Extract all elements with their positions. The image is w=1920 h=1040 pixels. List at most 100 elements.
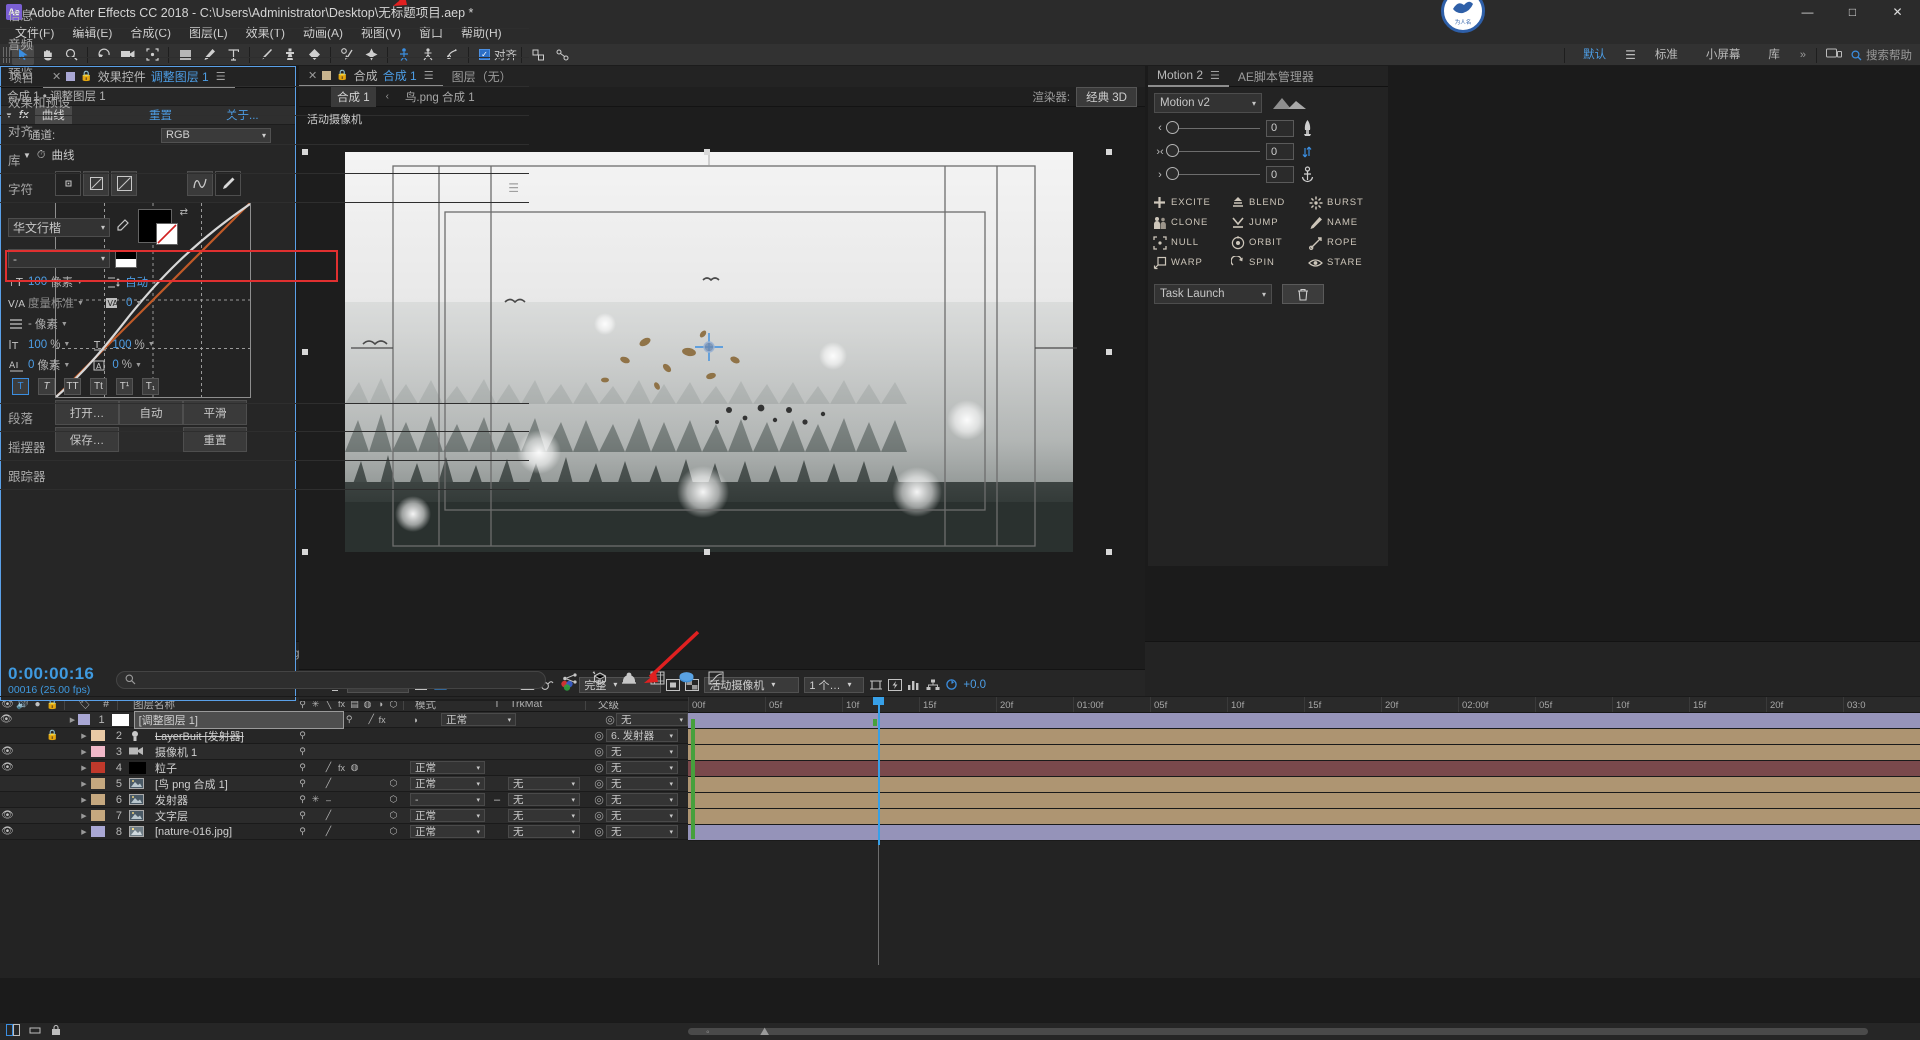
parent-pickwhip-icon[interactable]: ◎: [592, 777, 606, 790]
layer-color-swatch[interactable]: [78, 714, 91, 725]
font-style-dropdown[interactable]: - ▾: [8, 249, 110, 268]
layer-name-cell[interactable]: 粒子: [127, 760, 296, 776]
layer-name-cell[interactable]: 摄像机 1: [127, 744, 296, 760]
layer-color-swatch[interactable]: [91, 762, 105, 773]
layer-trkmat-cell[interactable]: 无 ▾: [504, 825, 582, 838]
table-row[interactable]: 👁 ▶ 4 粒子 ⚲ ╱ fx ◍ 正常 ▾ ◎ 无 ▾: [0, 760, 688, 776]
updown-arrows-icon[interactable]: [1300, 144, 1314, 160]
layer-name-cell[interactable]: [鸟 png 合成 1]: [127, 776, 296, 792]
workspace-tab-small-screen[interactable]: 小屏幕: [1692, 44, 1755, 66]
motion-slider-1[interactable]: [1166, 120, 1260, 134]
panel-preview[interactable]: 预览: [0, 58, 529, 87]
chevron-down-icon[interactable]: ▼: [148, 341, 155, 348]
panel-character[interactable]: 字符 ☰: [0, 174, 529, 203]
chevron-down-icon[interactable]: ▼: [135, 362, 142, 369]
layer-duration-bar[interactable]: [688, 745, 1920, 760]
layer-trkmat-cell[interactable]: 无 ▾: [504, 809, 582, 822]
layer-frameblend-switch[interactable]: ◍: [348, 762, 361, 773]
layer-expand-triangle-icon[interactable]: ▶: [77, 796, 91, 804]
table-row[interactable]: ▶ 6 发射器 ⚲ ✳ – ⬡ - ▾ – 无 ▾ ◎ 无 ▾: [0, 792, 688, 808]
layer-visibility-icon[interactable]: 👁: [0, 810, 15, 821]
layer-trkmat-cell[interactable]: 无 ▾: [504, 793, 582, 806]
layer-visibility-icon[interactable]: 👁: [0, 762, 15, 773]
layer-3d-switch[interactable]: ⬡: [387, 794, 400, 805]
motion-tool-orbit[interactable]: ORBIT: [1230, 235, 1306, 250]
workspace-menu-icon[interactable]: ☰: [1620, 48, 1641, 62]
chevron-down-icon[interactable]: ▼: [135, 300, 142, 307]
layer-expand-triangle-icon[interactable]: ▶: [77, 748, 91, 756]
layer-expand-triangle-icon[interactable]: ▶: [77, 764, 91, 772]
motion-slider-2[interactable]: [1166, 144, 1260, 157]
layer-mode-cell[interactable]: 正常 ▾: [410, 809, 490, 822]
timecode-block[interactable]: 0:00:00:16 00016 (25.00 fps): [0, 664, 94, 696]
motion-tool-name[interactable]: NAME: [1308, 215, 1384, 230]
panel-effects-presets[interactable]: 效果和预设: [0, 87, 529, 116]
parent-dropdown[interactable]: 无 ▾: [606, 825, 678, 838]
eyedropper-icon[interactable]: [115, 218, 129, 236]
layer-lock-icon[interactable]: 🔒: [45, 730, 60, 741]
parent-dropdown[interactable]: 无 ▾: [606, 809, 678, 822]
selection-handle-tr[interactable]: [1106, 149, 1112, 155]
table-row[interactable]: 👁 ▶ 3 摄像机 1 ⚲ ◎ 无 ▾: [0, 744, 688, 760]
layer-parent-cell[interactable]: 无 ▾: [606, 825, 688, 838]
layer-parent-cell[interactable]: 无 ▾: [606, 777, 688, 790]
layer-parent-cell[interactable]: 无 ▾: [606, 793, 688, 806]
timeline-row[interactable]: [688, 793, 1920, 809]
motion-slider-2-value[interactable]: 0: [1266, 143, 1294, 160]
chevron-down-icon[interactable]: ▼: [77, 300, 84, 307]
motion-slider-1-value[interactable]: 0: [1266, 119, 1294, 137]
trkmat-dropdown[interactable]: 无 ▾: [508, 825, 580, 838]
selection-handle-bl[interactable]: [302, 549, 308, 555]
renderer-value[interactable]: 经典 3D: [1076, 86, 1137, 107]
style-subscript-button[interactable]: T₁: [142, 378, 159, 395]
parent-pickwhip-icon[interactable]: ◎: [592, 809, 606, 822]
timeline-row[interactable]: [688, 777, 1920, 793]
layer-quality-switch[interactable]: ╱: [322, 810, 335, 821]
panel-audio[interactable]: 音频: [0, 29, 529, 58]
selection-handle-br[interactable]: [1106, 549, 1112, 555]
snap-option-a-icon[interactable]: [527, 45, 549, 65]
table-row[interactable]: ▶ 5 [鸟 png 合成 1] ⚲ ╱ ⬡ 正常 ▾ 无 ▾ ◎ 无 ▾: [0, 776, 688, 792]
table-row[interactable]: 👁 ▶ 7 文字层 ⚲ ╱ ⬡ 正常 ▾ 无 ▾ ◎ 无 ▾: [0, 808, 688, 824]
layer-quality-switch[interactable]: ╱: [322, 826, 335, 837]
chevron-down-icon[interactable]: ▼: [61, 321, 68, 328]
layer-parent-cell[interactable]: 无 ▾: [615, 713, 688, 726]
layer-parent-cell[interactable]: 无 ▾: [606, 745, 688, 758]
chevron-down-icon[interactable]: ▼: [76, 279, 83, 286]
parent-dropdown[interactable]: 6. 发射器 ▾: [606, 729, 678, 742]
motion-tool-rope[interactable]: ROPE: [1308, 235, 1384, 250]
parent-dropdown[interactable]: 无 ▾: [606, 777, 678, 790]
parent-pickwhip-icon[interactable]: ◎: [592, 729, 606, 742]
layer-name-cell[interactable]: [nature-016.jpg]: [127, 825, 296, 838]
selection-handle-bm[interactable]: [704, 549, 710, 555]
timeline-lock-icon[interactable]: [50, 1024, 62, 1039]
tracking-field[interactable]: VA 0 ▼: [105, 295, 142, 311]
mode-dropdown[interactable]: 正常 ▾: [410, 809, 485, 822]
slider-knob[interactable]: [1166, 167, 1179, 180]
zoom-out-timeline-icon[interactable]: ◦: [706, 1027, 710, 1038]
swap-colors-icon[interactable]: ⇄: [180, 207, 188, 218]
layer-expand-triangle-icon[interactable]: ▶: [77, 812, 91, 820]
mode-dropdown[interactable]: 正常 ▾: [441, 713, 517, 726]
layer-trkmat-cell[interactable]: 无 ▾: [504, 777, 582, 790]
layer-color-swatch[interactable]: [91, 778, 105, 789]
parent-pickwhip-icon[interactable]: ◎: [592, 745, 606, 758]
minimize-button[interactable]: —: [1785, 0, 1830, 23]
layer-duration-bar[interactable]: [688, 793, 1920, 808]
table-row[interactable]: 👁 ▶ 8 [nature-016.jpg] ⚲ ╱ ⬡ 正常 ▾ 无 ▾ ◎ 无 ▾: [0, 824, 688, 840]
table-row[interactable]: 🔒 ▶ 2 LayerBuit [发射器] ⚲ ◎ 6. 发射器 ▾: [0, 728, 688, 744]
toggle-switches-modes-icon[interactable]: [6, 1024, 20, 1039]
panel-paragraph[interactable]: 段落: [0, 403, 529, 432]
timeline-hscrollbar[interactable]: [688, 1028, 1868, 1035]
panel-wiggler[interactable]: 摇摆器: [0, 432, 529, 461]
table-row[interactable]: 👁 ▶ 1 [调整图层 1] ⚲ ╱ fx ◑ 正常 ▾ ◎ 无 ▾: [0, 710, 688, 729]
layer-adjustment-switch[interactable]: ◑: [410, 715, 421, 725]
layer-name-cell[interactable]: [调整图层 1]: [110, 710, 344, 729]
parent-dropdown[interactable]: 无 ▾: [606, 761, 678, 774]
layer-expand-triangle-icon[interactable]: ▶: [77, 732, 91, 740]
mode-dropdown[interactable]: 正常 ▾: [410, 777, 485, 790]
vertical-scale-field[interactable]: T 100 % ▼: [8, 337, 70, 352]
layer-name-cell[interactable]: 文字层: [127, 808, 296, 824]
layer-quality-switch[interactable]: –: [322, 795, 335, 805]
stroke-color-swatch[interactable]: [156, 223, 178, 245]
